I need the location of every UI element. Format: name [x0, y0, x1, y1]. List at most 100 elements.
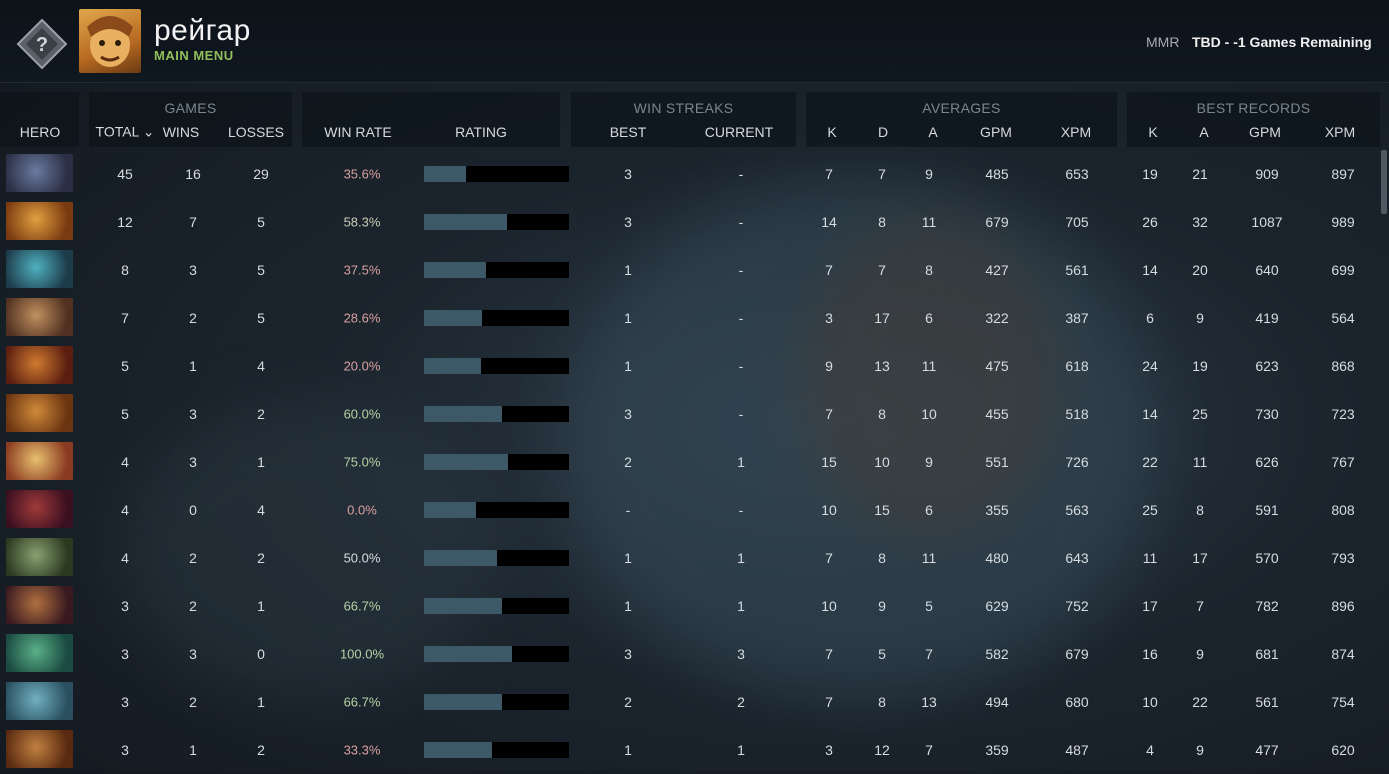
best-kills-cell: 4	[1146, 742, 1154, 758]
table-row[interactable]: 5 3 2 60.0% 3 - 7 8 10 455 518 14 25 730 723	[0, 390, 1380, 438]
best-gpm-cell: 626	[1255, 454, 1279, 470]
column-total-sort[interactable]: TOTAL ⌄	[96, 124, 155, 141]
best-kills-cell: 11	[1142, 550, 1158, 566]
column-hero[interactable]: HERO	[20, 124, 60, 140]
column-avg-gpm[interactable]: GPM	[980, 124, 1012, 140]
table-row[interactable]: 3 3 0 100.0% 3 3 7 5 7 582 679 16 9 681 874	[0, 630, 1380, 678]
column-best-streak[interactable]: BEST	[610, 124, 647, 140]
avg-gpm-cell: 551	[985, 454, 1009, 470]
hero-portrait[interactable]	[6, 250, 73, 288]
table-row[interactable]: 12 7 5 58.3% 3 - 14 8 11 679 705 26 32 1087 989	[0, 198, 1380, 246]
table-row[interactable]: 3 1 2 33.3% 1 1 3 12 7 359 487 4 9 477 620	[0, 726, 1380, 774]
losses-cell: 1	[257, 694, 265, 710]
best-streak-cell: 1	[624, 358, 632, 374]
hero-portrait[interactable]	[6, 394, 73, 432]
best-xpm-cell: 754	[1331, 694, 1355, 710]
column-rating[interactable]: RATING	[455, 124, 507, 140]
losses-cell: 5	[257, 214, 265, 230]
hero-portrait[interactable]	[6, 634, 73, 672]
best-kills-cell: 19	[1142, 166, 1158, 182]
rating-bar	[424, 166, 569, 182]
total-cell: 7	[121, 310, 129, 326]
column-avg-deaths[interactable]: D	[878, 124, 888, 140]
main-menu-link[interactable]: MAIN MENU	[154, 48, 234, 63]
column-current-streak[interactable]: CURRENT	[705, 124, 773, 140]
best-xpm-cell: 767	[1331, 454, 1355, 470]
avg-gpm-cell: 485	[985, 166, 1009, 182]
win-rate-cell: 66.7%	[343, 694, 381, 710]
avg-assists-cell: 6	[925, 310, 933, 326]
table-row[interactable]: 3 2 1 66.7% 2 2 7 8 13 494 680 10 22 561 754	[0, 678, 1380, 726]
losses-cell: 1	[257, 598, 265, 614]
win-rate-cell: 37.5%	[343, 262, 381, 278]
wins-cell: 16	[185, 166, 201, 182]
hero-portrait[interactable]	[6, 682, 73, 720]
avg-kills-cell: 3	[825, 742, 833, 758]
best-assists-cell: 9	[1196, 646, 1204, 662]
avg-xpm-cell: 705	[1065, 214, 1089, 230]
avg-xpm-cell: 679	[1065, 646, 1089, 662]
column-win-rate[interactable]: WIN RATE	[324, 124, 391, 140]
table-row[interactable]: 4 0 4 0.0% - - 10 15 6 355 563 25 8 591 808	[0, 486, 1380, 534]
avg-deaths-cell: 8	[878, 406, 886, 422]
avg-xpm-cell: 752	[1065, 598, 1089, 614]
losses-cell: 0	[257, 646, 265, 662]
column-losses[interactable]: LOSSES	[228, 124, 284, 140]
rating-bar-fill	[424, 310, 482, 326]
column-avg-assists[interactable]: A	[928, 124, 937, 140]
column-wins[interactable]: WINS	[163, 124, 200, 140]
hero-portrait[interactable]	[6, 442, 73, 480]
column-avg-kills[interactable]: K	[827, 124, 836, 140]
total-cell: 3	[121, 742, 129, 758]
column-avg-xpm[interactable]: XPM	[1061, 124, 1091, 140]
hero-portrait[interactable]	[6, 490, 73, 528]
total-cell: 5	[121, 406, 129, 422]
table-row[interactable]: 4 3 1 75.0% 2 1 15 10 9 551 726 22 11 626 767	[0, 438, 1380, 486]
hero-portrait[interactable]	[6, 538, 73, 576]
scrollbar[interactable]	[1381, 150, 1387, 214]
table-row[interactable]: 3 2 1 66.7% 1 1 10 9 5 629 752 17 7 782 896	[0, 582, 1380, 630]
rank-unknown-icon[interactable]: ?	[16, 18, 68, 70]
current-streak-cell: 1	[737, 598, 745, 614]
hero-portrait[interactable]	[6, 346, 73, 384]
hero-portrait[interactable]	[6, 202, 73, 240]
table-row[interactable]: 5 1 4 20.0% 1 - 9 13 11 475 618 24 19 623 868	[0, 342, 1380, 390]
current-streak-cell: 3	[737, 646, 745, 662]
column-best-gpm[interactable]: GPM	[1249, 124, 1281, 140]
best-assists-cell: 25	[1192, 406, 1208, 422]
losses-cell: 2	[257, 406, 265, 422]
rating-bar-fill	[424, 214, 507, 230]
rating-bar-fill	[424, 694, 503, 710]
avg-xpm-cell: 487	[1065, 742, 1089, 758]
current-streak-cell: -	[738, 310, 744, 326]
best-xpm-cell: 699	[1331, 262, 1355, 278]
top-bar: ? рейгар MAIN MENU MMR TBD - -1 Games Re…	[0, 0, 1389, 83]
rating-bar	[424, 646, 569, 662]
current-streak-cell: -	[738, 262, 744, 278]
table-row[interactable]: 8 3 5 37.5% 1 - 7 7 8 427 561 14 20 640 699	[0, 246, 1380, 294]
hero-portrait[interactable]	[6, 586, 73, 624]
wins-cell: 2	[189, 550, 197, 566]
hero-portrait[interactable]	[6, 730, 73, 768]
avg-xpm-cell: 618	[1065, 358, 1089, 374]
win-rate-cell: 75.0%	[343, 454, 381, 470]
best-kills-cell: 6	[1146, 310, 1154, 326]
column-best-kills[interactable]: K	[1148, 124, 1157, 140]
hero-portrait[interactable]	[6, 298, 73, 336]
column-best-assists[interactable]: A	[1199, 124, 1208, 140]
avg-deaths-cell: 17	[874, 310, 890, 326]
mmr-label: MMR	[1146, 34, 1180, 50]
table-row[interactable]: 4 2 2 50.0% 1 1 7 8 11 480 643 11 17 570 793	[0, 534, 1380, 582]
best-gpm-cell: 570	[1255, 550, 1279, 566]
avg-gpm-cell: 455	[985, 406, 1009, 422]
current-streak-cell: -	[738, 406, 744, 422]
win-rate-cell: 20.0%	[343, 358, 381, 374]
avg-assists-cell: 13	[921, 694, 937, 710]
column-best-xpm[interactable]: XPM	[1325, 124, 1355, 140]
best-gpm-cell: 623	[1255, 358, 1279, 374]
table-row[interactable]: 45 16 29 35.6% 3 - 7 7 9 485 653 19 21 909 897	[0, 150, 1380, 198]
hero-portrait[interactable]	[6, 154, 73, 192]
table-row[interactable]: 7 2 5 28.6% 1 - 3 17 6 322 387 6 9 419 564	[0, 294, 1380, 342]
best-records-group-title: BEST RECORDS	[1196, 100, 1311, 116]
avatar[interactable]	[79, 9, 141, 73]
